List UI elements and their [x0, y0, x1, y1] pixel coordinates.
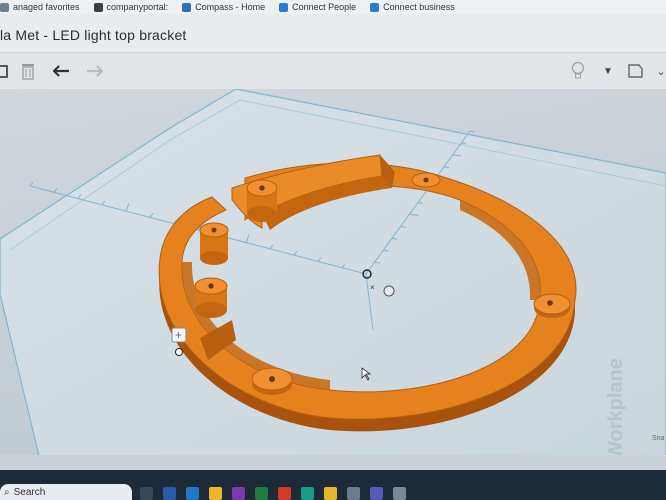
- design-title-bar: la Met - LED light top bracket: [0, 14, 666, 53]
- bookmark-compass-home[interactable]: Compass - Home: [182, 2, 265, 12]
- copy-icon: [0, 65, 8, 78]
- bookmark-label: Compass - Home: [195, 2, 266, 12]
- undo-icon: [53, 65, 69, 77]
- mount-peg: [194, 277, 228, 318]
- taskbar-search[interactable]: ⌕ Search: [0, 484, 132, 500]
- bookmark-managed-favorites[interactable]: anaged favorites: [0, 2, 80, 12]
- dropdown-caret-icon: ▼: [603, 65, 613, 77]
- word-icon[interactable]: [163, 487, 176, 500]
- mount-peg: [251, 367, 293, 395]
- notes-icon: [628, 64, 643, 78]
- ruler-tick: [29, 181, 34, 187]
- search-placeholder: Search: [13, 486, 46, 498]
- undo-button[interactable]: [51, 60, 73, 82]
- 3d-viewport[interactable]: × + Workplane Sna: [0, 89, 666, 455]
- notes-button[interactable]: [624, 60, 646, 82]
- snip-icon[interactable]: [347, 487, 360, 500]
- bookmark-label: anaged favorites: [13, 2, 80, 12]
- compass-icon: [182, 2, 192, 12]
- ruler-tick: [469, 130, 476, 133]
- more-button[interactable]: ⌄: [650, 60, 666, 82]
- delete-button[interactable]: [17, 60, 39, 82]
- redo-button[interactable]: [83, 60, 105, 82]
- bookmarks-bar: anaged favorites companyportal: Compass …: [0, 0, 666, 14]
- settings-icon[interactable]: [393, 487, 406, 500]
- bookmark-label: companyportal:: [106, 2, 169, 12]
- connect-icon: [279, 2, 289, 12]
- connect-icon: [370, 2, 380, 12]
- ruler-tick: [53, 187, 58, 193]
- bookmark-companyportal[interactable]: companyportal:: [93, 2, 169, 12]
- search-icon: ⌕: [4, 486, 10, 498]
- hint-dropdown[interactable]: ▼: [597, 60, 619, 82]
- mount-peg: [246, 179, 278, 222]
- bookmark-connect-people[interactable]: Connect People: [279, 2, 356, 12]
- mount-peg: [411, 172, 441, 188]
- trash-icon: [22, 64, 34, 80]
- copy-button[interactable]: [0, 60, 14, 82]
- workplane-scene: × + Workplane Sna: [0, 89, 666, 455]
- file-explorer-icon[interactable]: [209, 487, 222, 500]
- workplane-label: Workplane: [605, 358, 627, 455]
- excel-icon[interactable]: [255, 487, 268, 500]
- bookmark-label: Connect People: [292, 2, 357, 12]
- chrome-icon[interactable]: [324, 487, 337, 500]
- mount-peg: [533, 293, 571, 318]
- lightbulb-icon: [571, 61, 585, 79]
- pdf-icon[interactable]: [278, 487, 291, 500]
- view-toggle-icon[interactable]: [383, 285, 395, 297]
- globe-icon: [93, 2, 103, 12]
- folder-icon: [0, 2, 9, 12]
- outlook-icon[interactable]: [186, 487, 199, 500]
- chevron-down-icon: ⌄: [656, 65, 666, 78]
- bookmark-label: Connect business: [383, 2, 455, 12]
- mount-peg: [199, 222, 229, 265]
- desktop-icon[interactable]: [140, 487, 153, 500]
- edge-icon[interactable]: [301, 487, 314, 500]
- redo-icon: [87, 65, 103, 77]
- bookmark-connect-business[interactable]: Connect business: [370, 2, 455, 12]
- onenote-icon[interactable]: [232, 487, 245, 500]
- plus-icon: +: [175, 328, 182, 342]
- hint-button[interactable]: [567, 60, 589, 82]
- design-title[interactable]: la Met - LED light top bracket: [0, 27, 187, 43]
- editor-toolbar: ▼ ⌄: [0, 53, 666, 89]
- drag-handle[interactable]: [175, 348, 183, 356]
- snap-grid-label[interactable]: Sna: [652, 435, 665, 442]
- teams-icon[interactable]: [370, 487, 383, 500]
- windows-taskbar: ⌕ Search: [0, 470, 666, 500]
- origin-x-mark: ×: [370, 283, 375, 292]
